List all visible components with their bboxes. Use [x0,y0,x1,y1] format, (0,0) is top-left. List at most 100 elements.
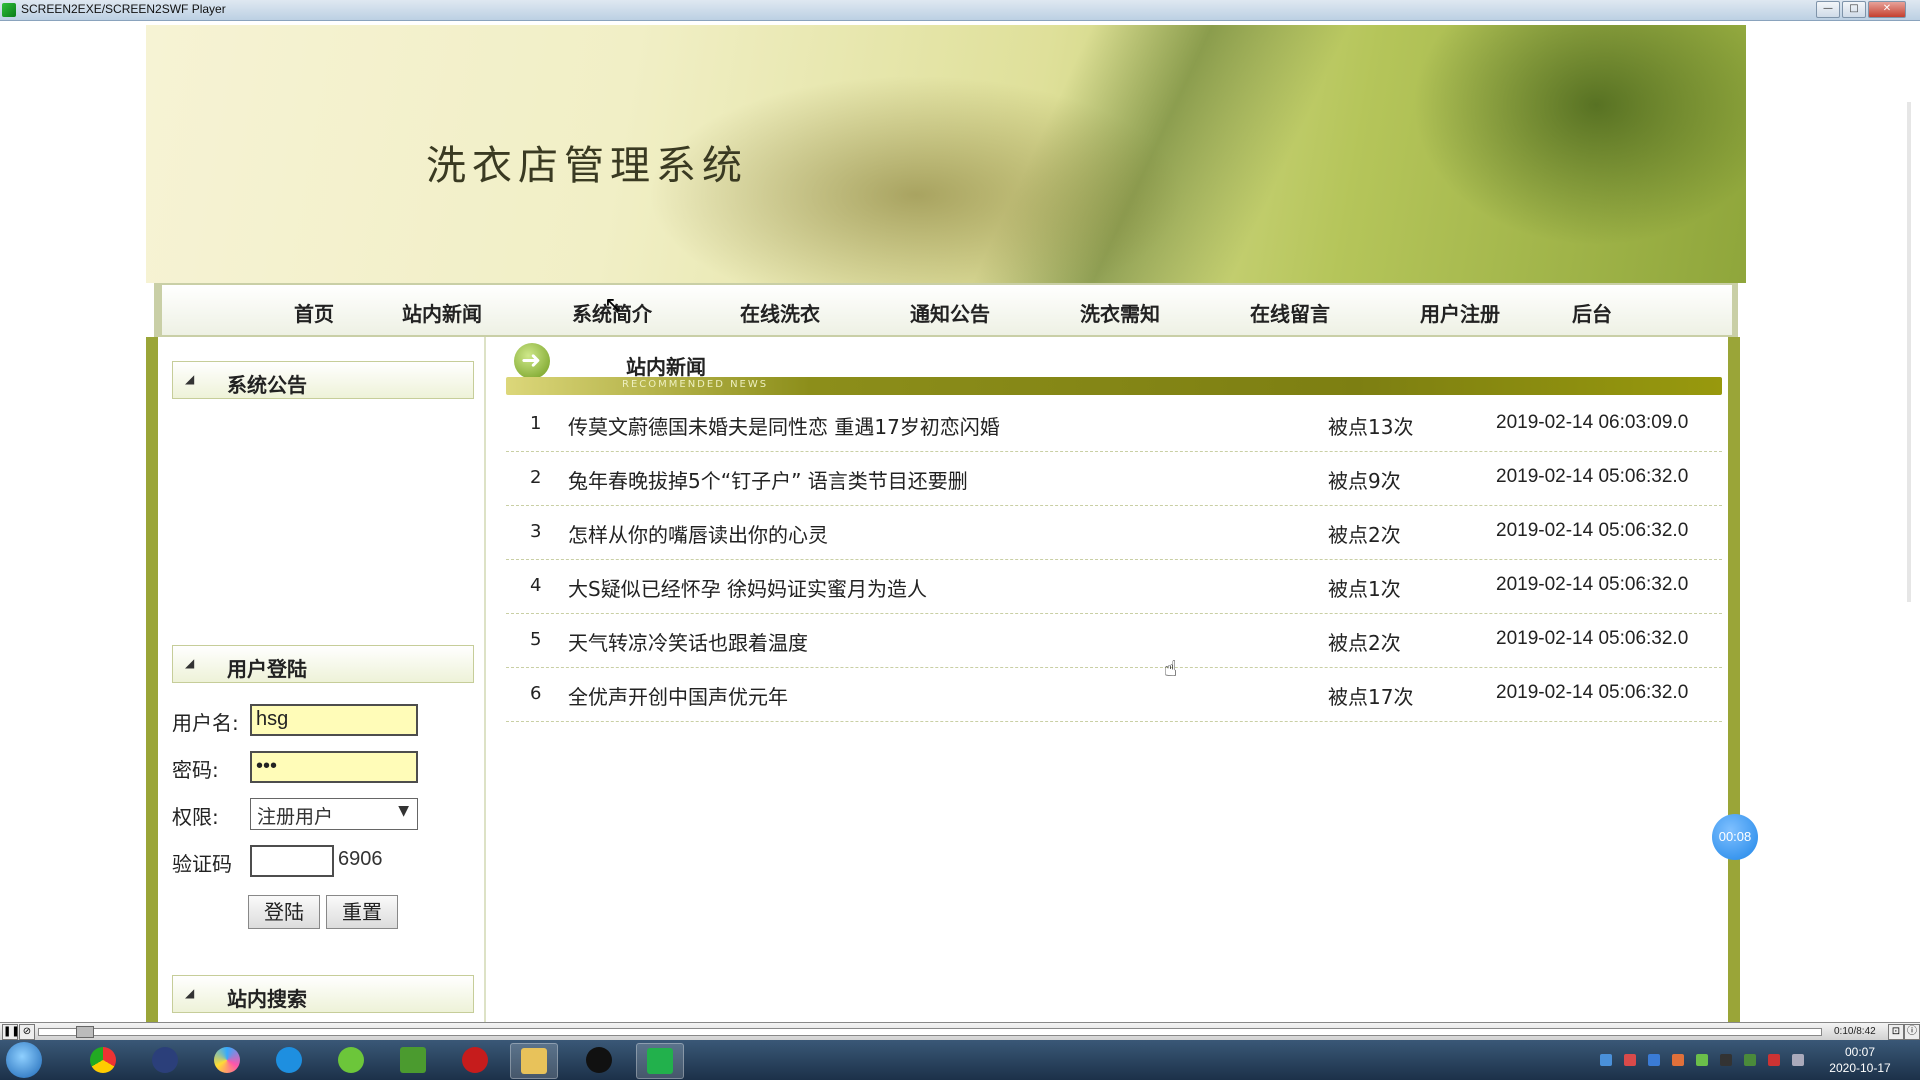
fullscreen-icon[interactable]: ⊡ [1888,1024,1904,1040]
login-button[interactable]: 登陆 [248,895,320,929]
news-row: 3 怎样从你的嘴唇读出你的心灵 被点2次 2019-02-14 05:06:32… [506,505,1722,560]
mouse-pointer-icon: ↖ [604,293,623,318]
tray-app-icon[interactable] [1624,1054,1636,1066]
close-button[interactable]: ✕ [1868,1,1906,18]
news-index: 2 [530,467,542,488]
role-label: 权限: [172,805,219,829]
content-area: ◢ 系统公告 ◢ 用户登陆 用户名: hsg 密码: ••• 权限: 注册用户 … [146,337,1746,1037]
announcement-title: 系统公告 [227,373,307,397]
nav-register[interactable]: 用户注册 [1420,298,1500,327]
news-subtitle: RECOMMENDED NEWS [622,379,769,390]
news-headline-link[interactable]: 兔年春晚拔掉5个“钉子户” 语言类节目还要删 [568,465,968,494]
start-button[interactable] [6,1042,42,1078]
news-index: 3 [530,521,542,542]
folder-icon[interactable] [510,1043,558,1079]
news-row: 5 天气转凉冷笑话也跟着温度 被点2次 2019-02-14 05:06:32.… [506,613,1722,668]
collapse-triangle-icon: ◢ [185,986,195,1000]
news-headline-link[interactable]: 大S疑似已经怀孕 徐妈妈证实蜜月为造人 [568,573,927,602]
scrollbar-thumb[interactable] [1907,102,1911,602]
leaf-app-icon[interactable] [328,1043,374,1077]
password-input[interactable]: ••• [250,751,418,783]
screen-recorder-icon[interactable] [636,1043,684,1079]
news-time: 2019-02-14 05:06:32.0 [1496,466,1689,487]
reset-button[interactable]: 重置 [326,895,398,929]
search-panel-header[interactable]: ◢ 站内搜索 [172,975,474,1013]
tray-shield-icon[interactable] [1648,1054,1660,1066]
nav-admin[interactable]: 后台 [1572,298,1612,327]
website: 洗衣店管理系统 首页 站内新闻 系统简介 在线洗衣 通知公告 洗衣需知 在线留言… [146,25,1746,1037]
nav-messages[interactable]: 在线留言 [1250,298,1330,327]
taskbar-clock[interactable]: 00:07 2020-10-17 [1820,1044,1900,1076]
window-title-bar: SCREEN2EXE/SCREEN2SWF Player — □ ✕ [0,0,1920,21]
news-header-bar: RECOMMENDED NEWS [506,377,1722,395]
clock-time: 00:07 [1844,1045,1876,1059]
tray-flag-icon[interactable] [1696,1054,1708,1066]
news-clicks: 被点2次 [1328,523,1401,547]
tray-qq-icon[interactable] [1720,1054,1732,1066]
maximize-button[interactable]: □ [1842,1,1866,18]
nav-site-news[interactable]: 站内新闻 [402,298,482,327]
chart-app-icon[interactable] [390,1043,436,1077]
news-headline-link[interactable]: 天气转凉冷笑话也跟着温度 [568,627,808,656]
captcha-label: 验证码 [172,852,232,876]
login-title: 用户登陆 [227,657,307,681]
login-panel-header[interactable]: ◢ 用户登陆 [172,645,474,683]
player-stage: 洗衣店管理系统 首页 站内新闻 系统简介 在线洗衣 通知公告 洗衣需知 在线留言… [0,21,1920,1043]
colorful-app-icon[interactable] [204,1043,250,1077]
taskbar: 00:07 2020-10-17 [0,1040,1920,1080]
info-icon[interactable]: ⓘ [1904,1024,1920,1040]
left-border [146,337,158,1037]
stop-icon[interactable]: ⊘ [19,1024,35,1040]
news-index: 4 [530,575,542,596]
playback-progress-knob[interactable] [76,1026,94,1038]
news-time: 2019-02-14 06:03:09.0 [1496,412,1689,433]
news-row: 4 大S疑似已经怀孕 徐妈妈证实蜜月为造人 被点1次 2019-02-14 05… [506,559,1722,614]
player-control-bar: ❚❚ ⊘ 0:10/8:42 ⊡ ⓘ [0,1022,1920,1041]
browser-q-icon[interactable] [266,1043,312,1077]
news-time: 2019-02-14 05:06:32.0 [1496,520,1689,541]
tray-volume-icon[interactable] [1768,1054,1780,1066]
password-label: 密码: [172,758,219,782]
role-select[interactable]: 注册用户 ▼ [250,798,418,830]
site-title: 洗衣店管理系统 [426,143,748,189]
news-time: 2019-02-14 05:06:32.0 [1496,682,1689,703]
collapse-triangle-icon: ◢ [185,372,195,386]
tray-arrow-icon[interactable] [1672,1054,1684,1066]
news-headline-link[interactable]: 全优声开创中国声优元年 [568,681,788,710]
menu-app-icon[interactable] [142,1043,188,1077]
username-input[interactable]: hsg [250,704,418,736]
pause-icon[interactable]: ❚❚ [2,1024,20,1040]
nav-laundry-guide[interactable]: 洗衣需知 [1080,298,1160,327]
flash-app-icon[interactable] [452,1043,498,1077]
right-border [1728,337,1740,1037]
sidebar: ◢ 系统公告 ◢ 用户登陆 用户名: hsg 密码: ••• 权限: 注册用户 … [158,337,486,1037]
news-row: 6 全优声开创中国声优元年 被点17次 2019-02-14 05:06:32.… [506,667,1722,722]
playback-progress-track[interactable] [38,1028,1822,1036]
arrow-circle-icon: ➜ [514,343,550,379]
captcha-code: 6906 [338,848,383,870]
news-headline-link[interactable]: 怎样从你的嘴唇读出你的心灵 [568,519,828,548]
window-title: SCREEN2EXE/SCREEN2SWF Player [21,2,226,16]
collapse-triangle-icon: ◢ [185,656,195,670]
news-clicks: 被点1次 [1328,577,1401,601]
tray-battery-icon[interactable] [1744,1054,1756,1066]
nav-home[interactable]: 首页 [294,298,334,327]
minimize-button[interactable]: — [1816,1,1840,18]
recording-timer-badge[interactable]: 00:08 [1712,814,1758,860]
nav-notices[interactable]: 通知公告 [910,298,990,327]
news-time: 2019-02-14 05:06:32.0 [1496,628,1689,649]
nav-online-laundry[interactable]: 在线洗衣 [740,298,820,327]
header-banner: 洗衣店管理系统 [146,25,1746,283]
app-icon [2,3,16,17]
captcha-input[interactable] [250,845,334,877]
news-section: ➜ 站内新闻 RECOMMENDED NEWS 1 传莫文蔚德国未婚夫是同性恋 … [500,337,1722,1037]
announcement-panel-header[interactable]: ◢ 系统公告 [172,361,474,399]
chrome-icon[interactable] [80,1043,126,1077]
tray-display-icon[interactable] [1792,1054,1804,1066]
main-nav: 首页 站内新闻 系统简介 在线洗衣 通知公告 洗衣需知 在线留言 用户注册 后台 [154,283,1738,337]
news-headline-link[interactable]: 传莫文蔚德国未婚夫是同性恋 重遇17岁初恋闪婚 [568,411,1000,440]
tray-network-icon[interactable] [1600,1054,1612,1066]
vertical-scrollbar[interactable] [1893,42,1920,1043]
news-clicks: 被点2次 [1328,631,1401,655]
qq-penguin-icon[interactable] [576,1043,622,1077]
